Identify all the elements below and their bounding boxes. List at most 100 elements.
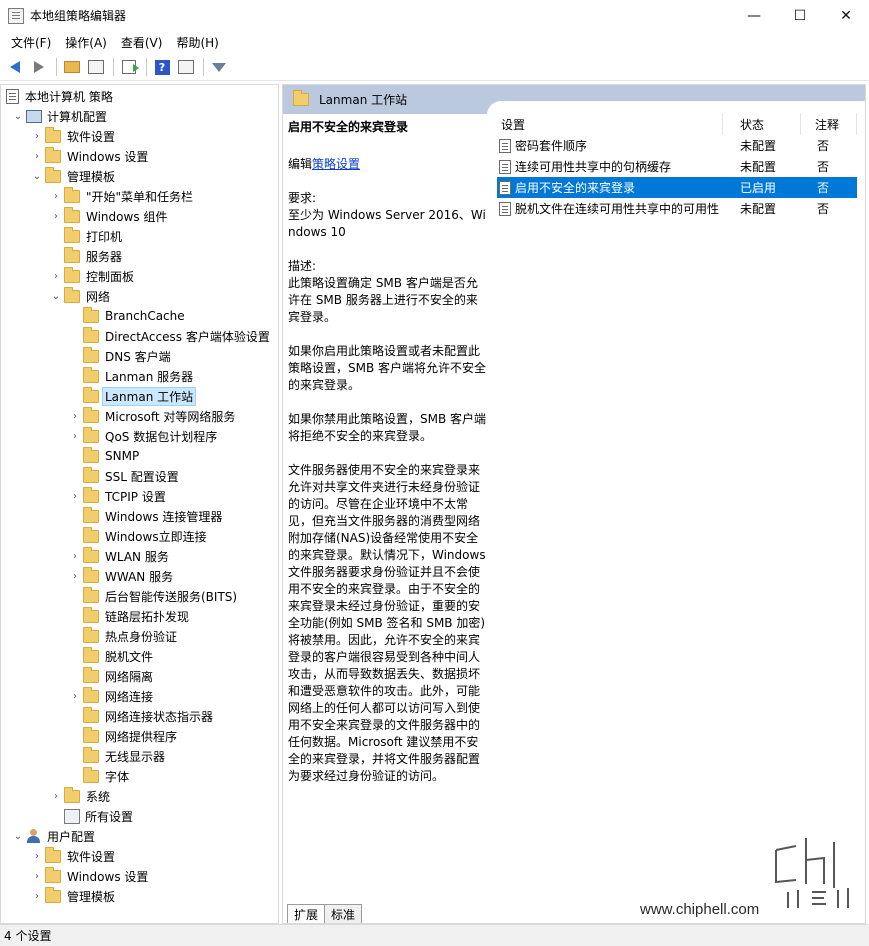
properties-button[interactable] bbox=[175, 56, 197, 78]
tree-item-label: 字体 bbox=[105, 769, 130, 784]
chevron-right-icon[interactable]: › bbox=[48, 186, 64, 206]
tree-item[interactable]: Lanman 服务器 bbox=[67, 366, 193, 386]
tree-item[interactable]: 字体 bbox=[67, 766, 129, 786]
chevron-down-icon[interactable]: ⌄ bbox=[10, 826, 26, 846]
tree-item[interactable]: SNMP bbox=[67, 446, 139, 466]
tree-item[interactable]: 无线显示器 bbox=[67, 746, 165, 766]
tree-item-label: SNMP bbox=[105, 449, 140, 463]
chevron-right-icon[interactable]: › bbox=[67, 426, 83, 446]
tree-item[interactable]: 网络提供程序 bbox=[67, 726, 177, 746]
chevron-right-icon[interactable]: › bbox=[67, 686, 83, 706]
setting-row[interactable]: 脱机文件在连续可用性共享中的可用性 未配置 否 bbox=[497, 198, 857, 219]
chevron-down-icon[interactable]: ⌄ bbox=[48, 286, 64, 306]
setting-row[interactable]: 启用不安全的来宾登录 已启用 否 bbox=[497, 177, 857, 198]
tree-item[interactable]: › 软件设置 bbox=[29, 126, 115, 146]
setting-row[interactable]: 连续可用性共享中的句柄缓存 未配置 否 bbox=[497, 156, 857, 177]
tree-item[interactable]: 脱机文件 bbox=[67, 646, 153, 666]
chevron-right-icon[interactable]: › bbox=[29, 126, 45, 146]
tree-item[interactable]: › WLAN 服务 bbox=[67, 546, 169, 566]
tree-item[interactable]: › 软件设置 bbox=[29, 846, 115, 866]
tree-item[interactable]: SSL 配置设置 bbox=[67, 466, 179, 486]
filter-button[interactable] bbox=[208, 56, 230, 78]
menu-action[interactable]: 操作(A) bbox=[58, 34, 114, 51]
chevron-right-icon[interactable]: › bbox=[67, 546, 83, 566]
show-hide-tree-button[interactable] bbox=[85, 56, 107, 78]
window-controls: — ☐ ✕ bbox=[731, 0, 869, 31]
properties-icon bbox=[178, 60, 194, 74]
tree-item[interactable]: Lanman 工作站 bbox=[67, 386, 197, 406]
tree-item[interactable]: BranchCache bbox=[67, 306, 185, 326]
tree-item[interactable]: › TCPIP 设置 bbox=[67, 486, 166, 506]
back-button[interactable] bbox=[4, 56, 26, 78]
chevron-right-icon[interactable]: › bbox=[29, 866, 45, 886]
chevron-right-icon[interactable]: › bbox=[29, 846, 45, 866]
tab-standard[interactable]: 标准 bbox=[324, 904, 363, 923]
requirements-text: 至少为 Windows Server 2016、Windows 10 bbox=[288, 208, 486, 239]
menu-view[interactable]: 查看(V) bbox=[114, 34, 170, 51]
tree-item-label: 网络提供程序 bbox=[105, 729, 178, 744]
minimize-button[interactable]: — bbox=[731, 0, 777, 31]
tree-item[interactable]: › Windows 设置 bbox=[29, 146, 148, 166]
tree-item[interactable]: 打印机 bbox=[48, 226, 122, 246]
tree-item[interactable]: › 控制面板 bbox=[48, 266, 134, 286]
tree-item[interactable]: DirectAccess 客户端体验设置 bbox=[67, 326, 270, 346]
tree-pane[interactable]: 本地计算机 策略 ⌄ 计算机配置 › 软件设置 › Windows 设置 ⌄ 管理模板 › "开始"… bbox=[0, 84, 279, 924]
tree-item[interactable]: 后台智能传送服务(BITS) bbox=[67, 586, 237, 606]
tree-item[interactable]: ⌄ 用户配置 bbox=[10, 826, 95, 846]
tree-item[interactable]: › Microsoft 对等网络服务 bbox=[67, 406, 235, 426]
chevron-right-icon[interactable]: › bbox=[48, 206, 64, 226]
tree-item[interactable]: 网络隔离 bbox=[67, 666, 153, 686]
tree-item[interactable]: 服务器 bbox=[48, 246, 122, 266]
expander-placeholder bbox=[48, 806, 64, 826]
chevron-right-icon[interactable]: › bbox=[48, 266, 64, 286]
tree-item[interactable]: › 管理模板 bbox=[29, 886, 115, 906]
tree-item[interactable]: › "开始"菜单和任务栏 bbox=[48, 186, 193, 206]
chevron-right-icon[interactable]: › bbox=[29, 886, 45, 906]
tree-item[interactable]: DNS 客户端 bbox=[67, 346, 171, 366]
chevron-right-icon[interactable]: › bbox=[67, 406, 83, 426]
tree-item[interactable]: › QoS 数据包计划程序 bbox=[67, 426, 217, 446]
tab-extended[interactable]: 扩展 bbox=[287, 904, 326, 923]
folder-icon bbox=[83, 546, 99, 563]
expander-placeholder bbox=[67, 586, 83, 606]
tree-item[interactable]: Windows立即连接 bbox=[67, 526, 207, 546]
edit-policy-link[interactable]: 策略设置 bbox=[312, 157, 360, 171]
column-header-setting[interactable]: 设置 bbox=[497, 113, 723, 135]
tree-item[interactable]: ⌄ 计算机配置 bbox=[10, 106, 107, 126]
chevron-right-icon[interactable]: › bbox=[67, 486, 83, 506]
maximize-button[interactable]: ☐ bbox=[777, 0, 823, 31]
tree-item[interactable]: 热点身份验证 bbox=[67, 626, 177, 646]
close-button[interactable]: ✕ bbox=[823, 0, 869, 31]
tree-item[interactable]: 所有设置 bbox=[48, 806, 133, 826]
forward-button[interactable] bbox=[28, 56, 50, 78]
chevron-right-icon[interactable]: › bbox=[67, 566, 83, 586]
expander-placeholder bbox=[67, 626, 83, 646]
help-button[interactable]: ? bbox=[151, 56, 173, 78]
setting-row[interactable]: 密码套件顺序 未配置 否 bbox=[497, 135, 857, 156]
menu-file[interactable]: 文件(F) bbox=[4, 34, 58, 51]
tree-item-label: Windows 设置 bbox=[67, 149, 149, 164]
chevron-right-icon[interactable]: › bbox=[48, 786, 64, 806]
tree-item[interactable]: › WWAN 服务 bbox=[67, 566, 173, 586]
up-level-button[interactable] bbox=[61, 56, 83, 78]
menu-help[interactable]: 帮助(H) bbox=[169, 34, 225, 51]
expander-placeholder bbox=[67, 646, 83, 666]
export-list-button[interactable] bbox=[118, 56, 140, 78]
tree-item[interactable]: › 网络连接 bbox=[67, 686, 153, 706]
chevron-down-icon[interactable]: ⌄ bbox=[10, 106, 26, 126]
chevron-right-icon[interactable]: › bbox=[29, 146, 45, 166]
tree-item[interactable]: 链路层拓扑发现 bbox=[67, 606, 189, 626]
tree-item[interactable]: ⌄ 网络 bbox=[48, 286, 110, 306]
folder-icon bbox=[83, 526, 99, 543]
tree-item[interactable]: Windows 连接管理器 bbox=[67, 506, 222, 526]
tree-item[interactable]: › 系统 bbox=[48, 786, 110, 806]
chevron-down-icon[interactable]: ⌄ bbox=[29, 166, 45, 186]
tree-item[interactable]: 本地计算机 策略 bbox=[4, 86, 113, 106]
tree-item[interactable]: ⌄ 管理模板 bbox=[29, 166, 115, 186]
column-header-state[interactable]: 状态 bbox=[723, 113, 801, 135]
tree-item[interactable]: › Windows 设置 bbox=[29, 866, 148, 886]
tree-item[interactable]: › Windows 组件 bbox=[48, 206, 167, 226]
folder-icon bbox=[45, 846, 61, 863]
column-header-comment[interactable]: 注释 bbox=[801, 113, 857, 135]
tree-item[interactable]: 网络连接状态指示器 bbox=[67, 706, 213, 726]
